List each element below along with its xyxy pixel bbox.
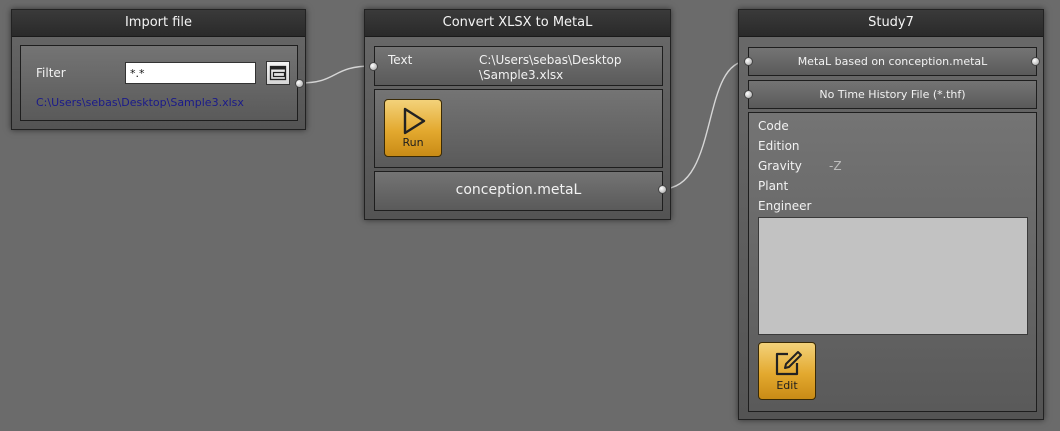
import-output-port[interactable]: [295, 79, 304, 88]
text-label: Text: [388, 53, 413, 67]
import-file-panel: Filter C:\Users\sebas\Desktop\Sample3.xl…: [20, 45, 298, 121]
convert-output-port[interactable]: [658, 185, 667, 194]
edit-label: Edit: [776, 379, 798, 392]
study-thf-input-port[interactable]: [744, 90, 753, 99]
wire-convert-to-study: [661, 60, 749, 190]
wire-import-to-convert: [298, 65, 374, 84]
run-panel: Run: [374, 89, 663, 168]
text-value-line2: \Sample3.xlsx: [479, 68, 564, 82]
folder-open-icon: [269, 65, 287, 81]
thf-input-label: No Time History File (*.thf): [819, 88, 966, 101]
convert-node[interactable]: Convert XLSX to MetaL Text C:\Users\seba…: [364, 9, 671, 220]
convert-input-port[interactable]: [369, 62, 378, 71]
study-node-title: Study7: [739, 10, 1043, 37]
study-metal-output-port[interactable]: [1031, 57, 1040, 66]
notes-area[interactable]: [758, 217, 1028, 335]
metal-input-panel: MetaL based on conception.metaL: [748, 47, 1037, 76]
thf-input-panel: No Time History File (*.thf): [748, 80, 1037, 109]
field-label-gravity: Gravity: [758, 159, 802, 173]
filter-input[interactable]: [125, 62, 256, 84]
play-icon: [403, 107, 426, 135]
run-button[interactable]: Run: [384, 99, 442, 157]
filter-label: Filter: [36, 66, 66, 80]
output-panel: conception.metaL: [374, 171, 663, 211]
import-file-title: Import file: [12, 10, 305, 37]
text-input-panel: Text C:\Users\sebas\Desktop \Sample3.xls…: [374, 46, 663, 86]
study-metal-input-port[interactable]: [744, 57, 753, 66]
field-label-plant: Plant: [758, 179, 789, 193]
field-label-code: Code: [758, 119, 789, 133]
edit-icon: [775, 351, 802, 376]
convert-node-title: Convert XLSX to MetaL: [365, 10, 670, 37]
output-label: conception.metaL: [455, 182, 582, 198]
study-node[interactable]: Study7 MetaL based on conception.metaL N…: [738, 9, 1044, 420]
run-label: Run: [402, 136, 424, 149]
browse-button[interactable]: [266, 61, 290, 85]
field-label-engineer: Engineer: [758, 199, 812, 213]
study-fields-panel: Code Edition Gravity -Z Plant Engineer E…: [748, 112, 1037, 412]
field-value-gravity: -Z: [829, 159, 842, 173]
field-label-edition: Edition: [758, 139, 800, 153]
metal-input-label: MetaL based on conception.metaL: [797, 55, 988, 68]
import-file-node[interactable]: Import file Filter C:\Users\sebas\Deskto…: [11, 9, 306, 130]
edit-button[interactable]: Edit: [758, 342, 816, 400]
text-value-line1: C:\Users\sebas\Desktop: [479, 53, 622, 67]
file-path-text: C:\Users\sebas\Desktop\Sample3.xlsx: [36, 96, 244, 109]
